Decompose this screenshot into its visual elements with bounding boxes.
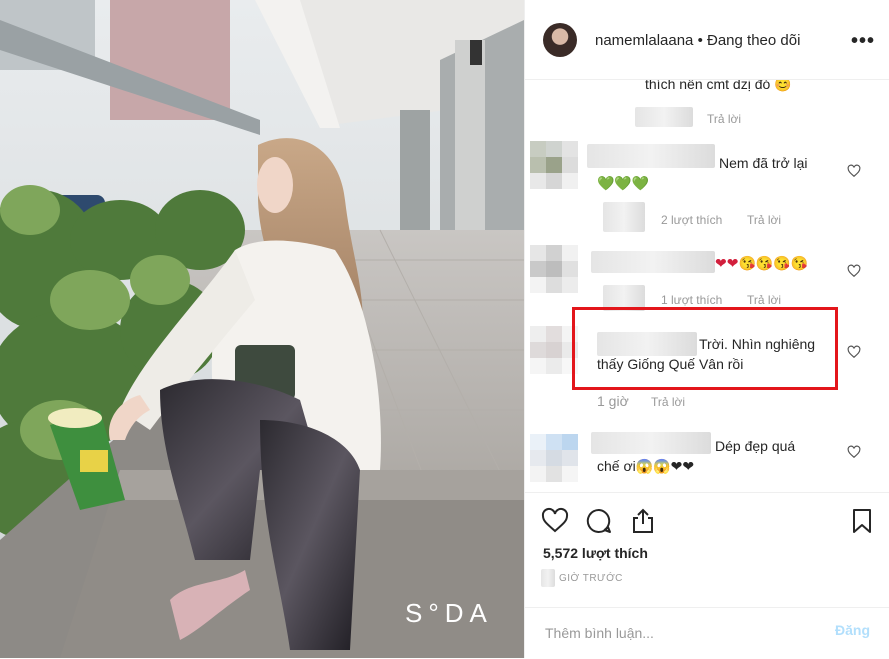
redacted-username <box>587 144 715 168</box>
likes-count[interactable]: 2 lượt thích <box>661 213 722 227</box>
more-icon[interactable]: ••• <box>851 30 875 53</box>
comment-emoji: 💚💚💚 <box>597 175 650 191</box>
heart-icon[interactable] <box>847 445 861 459</box>
photo-illustration <box>0 0 524 658</box>
comment-text: thích nên cmt dzị đó 😊 <box>645 80 792 92</box>
redacted-time <box>541 569 555 587</box>
header-text: namemlalaana • Đang theo dõi <box>595 32 800 49</box>
comment-input[interactable] <box>543 620 807 646</box>
avatar[interactable] <box>530 141 578 189</box>
reply-link[interactable]: Trả lời <box>651 395 685 409</box>
comment-text: Dép đẹp quá <box>715 438 796 454</box>
redacted-username <box>591 251 715 273</box>
separator: • <box>693 32 707 49</box>
heart-icon[interactable] <box>541 507 569 535</box>
comment-text: ❤❤😘😘😘😘 <box>715 255 809 271</box>
post-time[interactable]: GIỜ TRƯỚC <box>559 573 623 584</box>
avatar[interactable] <box>543 23 577 57</box>
avatar[interactable] <box>530 326 578 374</box>
username-link[interactable]: namemlalaana <box>595 32 693 49</box>
avatar[interactable] <box>530 434 578 482</box>
comment-time[interactable]: 1 giờ <box>597 393 629 409</box>
highlight-box <box>572 307 838 390</box>
reply-link[interactable]: Trả lời <box>707 112 741 126</box>
post-photo[interactable]: S°DA <box>0 0 524 658</box>
comment-text: Nem đã trở lại <box>719 155 808 171</box>
reply-link[interactable]: Trả lời <box>747 293 781 307</box>
action-bar: 5,572 lượt thích GIỜ TRƯỚC <box>525 492 889 608</box>
comments-list[interactable]: thích nên cmt dzị đó 😊 Trả lời Nem đã tr… <box>525 80 889 492</box>
follow-status[interactable]: Đang theo dõi <box>707 32 800 49</box>
redacted-time <box>603 202 645 232</box>
reply-link[interactable]: Trả lời <box>747 213 781 227</box>
avatar[interactable] <box>530 245 578 293</box>
heart-icon[interactable] <box>847 345 861 359</box>
likes-count[interactable]: 1 lượt thích <box>661 293 722 307</box>
redacted-username <box>591 432 711 454</box>
post-header: namemlalaana • Đang theo dõi ••• <box>525 0 889 80</box>
watermark: S°DA <box>405 598 493 628</box>
post-sidebar: namemlalaana • Đang theo dõi ••• thích n… <box>524 0 889 658</box>
bookmark-icon[interactable] <box>848 507 876 535</box>
share-icon[interactable] <box>629 507 657 535</box>
heart-icon[interactable] <box>847 264 861 278</box>
comment-icon[interactable] <box>585 507 613 535</box>
heart-icon[interactable] <box>847 164 861 178</box>
redacted-username <box>635 107 693 127</box>
add-comment-bar: Đăng <box>525 607 889 659</box>
post-comment-button[interactable]: Đăng <box>835 622 870 638</box>
comment-text-line2: chế ơi😱😱❤❤ <box>597 458 695 474</box>
likes-count[interactable]: 5,572 lượt thích <box>543 545 648 561</box>
